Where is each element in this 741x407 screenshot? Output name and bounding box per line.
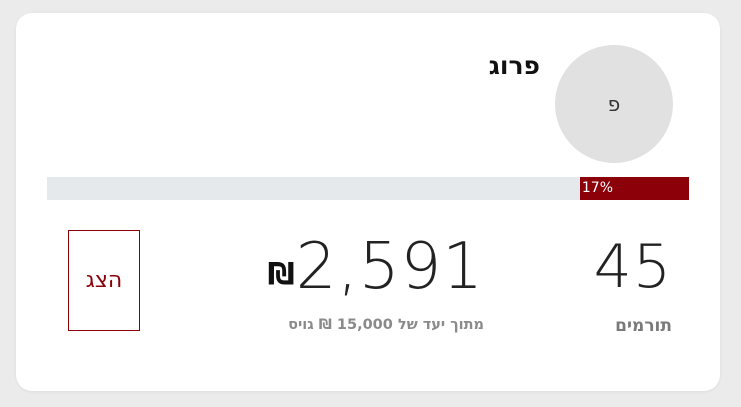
avatar-initial: פ — [607, 92, 621, 116]
currency-symbol: ₪ — [267, 257, 295, 292]
donors-label: תורמים — [615, 316, 672, 336]
progress-percent-label: 17% — [581, 180, 613, 196]
avatar: פ — [555, 45, 673, 163]
view-button-label: הצג — [85, 268, 123, 293]
progress-fill: 17% — [579, 177, 689, 200]
campaign-card: פ פרוג 17% 45 תורמים ₪ 2,591 מתוך יעד של… — [16, 13, 720, 391]
amount-value: 2,591 — [295, 230, 484, 304]
progress-bar: 17% — [47, 177, 689, 200]
donors-count: 45 — [593, 232, 672, 302]
campaign-name: פרוג — [488, 51, 540, 80]
view-button[interactable]: הצג — [68, 230, 140, 331]
raised-amount: ₪ 2,591 — [268, 233, 484, 301]
goal-text: מתוך יעד של 15,000 ₪ גויס — [288, 317, 484, 333]
